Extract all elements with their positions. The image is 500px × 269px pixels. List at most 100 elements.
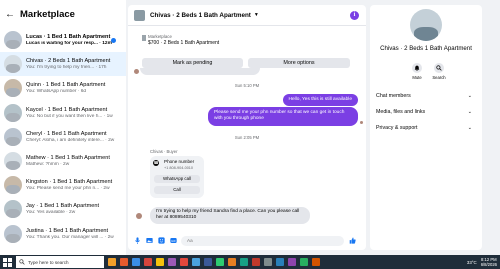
back-arrow-icon[interactable]: ← bbox=[4, 9, 16, 20]
listing-banner: Marketplace $700 · 2 Beds 1 Bath Apartme… bbox=[128, 27, 366, 68]
conversation-text: Chivas · 2 Beds 1 Bath Apartment You: I'm… bbox=[26, 58, 124, 70]
phone-number-title: Phone number bbox=[164, 159, 195, 164]
avatar bbox=[4, 55, 22, 74]
app-icon[interactable] bbox=[156, 258, 164, 266]
conversation-text: Kaycel · 1 Bed 1 Bath Apartment You: No b… bbox=[26, 107, 124, 119]
conversation-name: Kingston · 1 Bed 1 Bath Apartment bbox=[26, 179, 113, 186]
app-icon[interactable] bbox=[312, 258, 320, 266]
thumbs-up-icon[interactable] bbox=[348, 236, 357, 245]
conversation-name: Quinn · 1 Bed 1 Bath Apartment bbox=[26, 82, 106, 89]
profile-name: Chivas · 2 Beds 1 Bath Apartment bbox=[380, 45, 472, 52]
search-icon bbox=[434, 63, 444, 73]
message-bubble-outgoing[interactable]: Hello, Yes this is still available bbox=[282, 94, 358, 107]
app-icon[interactable] bbox=[192, 258, 200, 266]
timestamp: Sun 2:05 PM bbox=[234, 135, 260, 140]
app-icon[interactable] bbox=[180, 258, 188, 266]
conversation-item[interactable]: Mathew · 1 Bed 1 Bath Apartment Mathew: ?… bbox=[0, 149, 126, 173]
conversation-name: Cheryl · 1 Bed 1 Bath Apartment bbox=[26, 130, 107, 137]
chat-title[interactable]: Chivas · 2 Beds 1 Bath Apartment bbox=[150, 12, 251, 19]
gif-icon[interactable]: GIF bbox=[169, 236, 178, 245]
sidebar-title: Marketplace bbox=[20, 8, 75, 20]
svg-text:GIF: GIF bbox=[171, 239, 176, 243]
app-icon[interactable] bbox=[132, 258, 140, 266]
app-icon[interactable] bbox=[252, 258, 260, 266]
app-icon[interactable] bbox=[216, 258, 224, 266]
app-icon[interactable] bbox=[300, 258, 308, 266]
conversation-item[interactable]: Lucas · 1 Bed 1 Bath Apartment Lucas is w… bbox=[0, 28, 126, 52]
unread-dot bbox=[111, 38, 116, 43]
section-label: Media, files and links bbox=[376, 109, 426, 115]
app-icon[interactable] bbox=[120, 258, 128, 266]
chevron-down-icon: ⌄ bbox=[467, 125, 472, 131]
conversation-preview: Mathew: ?hmm · 2w bbox=[26, 162, 70, 168]
conversation-item[interactable]: Jay · 1 Bed 1 Bath Apartment You: Yes ava… bbox=[0, 197, 126, 221]
listing-thumbnail[interactable] bbox=[142, 35, 146, 41]
conversation-item[interactable]: Kingston · 1 Bed 1 Bath Apartment You: Pl… bbox=[0, 173, 126, 197]
app-icon[interactable] bbox=[240, 258, 248, 266]
conversation-item[interactable]: Quinn · 1 Bed 1 Bath Apartment You: Whats… bbox=[0, 76, 126, 100]
message-bubble-incoming[interactable]: I'm trying to help my friend Sandra find… bbox=[150, 207, 310, 224]
whatsapp-call-button[interactable]: WhatsApp call bbox=[154, 175, 200, 183]
taskbar-clock[interactable]: 8:12 PM 6/8/2026 bbox=[481, 257, 497, 267]
conversation-item[interactable]: Chivas · 2 Beds 1 Bath Apartment You: I'm… bbox=[0, 52, 126, 77]
mute-label: Mute bbox=[412, 75, 422, 80]
info-icon[interactable]: i bbox=[350, 11, 359, 20]
message-bubble-outgoing[interactable]: Please send me your phn number so that w… bbox=[208, 107, 358, 126]
taskbar-search-placeholder: Type here to search bbox=[28, 259, 69, 265]
microphone-icon[interactable] bbox=[133, 236, 142, 245]
conversation-text: Justina · 1 Bed 1 Bath Apartment You: Tha… bbox=[26, 228, 124, 240]
scrollbar-track[interactable] bbox=[484, 0, 500, 255]
avatar bbox=[4, 31, 22, 50]
conversation-text: Mathew · 1 Bed 1 Bath Apartment Mathew: ?… bbox=[26, 155, 124, 167]
app-icon[interactable] bbox=[264, 258, 272, 266]
conversation-item[interactable]: Kaycel · 1 Bed 1 Bath Apartment You: No b… bbox=[0, 101, 126, 125]
sender-avatar bbox=[136, 213, 142, 219]
app-icon[interactable] bbox=[228, 258, 236, 266]
avatar bbox=[4, 176, 22, 195]
sender-avatar bbox=[134, 69, 139, 74]
conversation-text: Lucas · 1 Bed 1 Bath Apartment Lucas is w… bbox=[26, 34, 124, 46]
taskbar-app-icons bbox=[108, 258, 324, 266]
app-icon[interactable] bbox=[204, 258, 212, 266]
app-icon[interactable] bbox=[276, 258, 284, 266]
call-button[interactable]: Call bbox=[154, 186, 200, 194]
conversation-preview: You: Thank you. Our manager will ... · 2… bbox=[26, 234, 114, 240]
mute-button[interactable]: Mute bbox=[408, 63, 426, 80]
message-composer: GIF bbox=[128, 231, 366, 250]
app-icon[interactable] bbox=[144, 258, 152, 266]
chat-pane: Chivas · 2 Beds 1 Bath Apartment ▼ i Mar… bbox=[128, 5, 366, 250]
phone-number-card: ☎ Phone number +1 808-904-0010 WhatsApp … bbox=[150, 156, 204, 198]
conversation-name: Chivas · 2 Beds 1 Bath Apartment bbox=[26, 58, 111, 65]
listing-price[interactable]: $700 · 2 Beds 1 Bath Apartment bbox=[148, 40, 219, 46]
conversation-preview: You: WhatsApp number · 6d bbox=[26, 89, 87, 95]
chevron-down-icon[interactable]: ▼ bbox=[254, 12, 259, 18]
message-input[interactable] bbox=[181, 235, 344, 246]
app-icon[interactable] bbox=[108, 258, 116, 266]
app-icon[interactable] bbox=[288, 258, 296, 266]
conversation-name: Jay · 1 Bed 1 Bath Apartment bbox=[26, 203, 100, 210]
listing-avatar[interactable] bbox=[134, 9, 145, 21]
conversation-preview: Lucas is waiting for your resp... · 12m bbox=[26, 41, 112, 47]
chevron-down-icon: ⌄ bbox=[467, 93, 472, 99]
profile-avatar[interactable] bbox=[410, 9, 442, 41]
app-icon[interactable] bbox=[168, 258, 176, 266]
phone-icon: ☎ bbox=[153, 160, 159, 166]
bell-icon bbox=[412, 63, 422, 73]
sticker-icon[interactable] bbox=[157, 236, 166, 245]
conversation-preview: You: No but if you want then live h... ·… bbox=[26, 113, 113, 119]
conversation-name: Lucas · 1 Bed 1 Bath Apartment bbox=[26, 34, 111, 41]
media-files-links-section[interactable]: Media, files and links ⌄ bbox=[376, 109, 476, 115]
conversation-preview: Cheryl: Aloha, i am definitely intere...… bbox=[26, 137, 115, 143]
search-in-conversation-button[interactable]: Search bbox=[430, 63, 448, 80]
taskbar-search-box[interactable]: Type here to search bbox=[16, 256, 104, 268]
windows-start-icon[interactable] bbox=[3, 257, 12, 267]
section-label: Chat members bbox=[376, 93, 411, 99]
image-icon[interactable] bbox=[145, 236, 154, 245]
weather-indicator[interactable]: 33°C bbox=[467, 260, 477, 265]
messenger-app: ← Marketplace Lucas · 1 Bed 1 Bath Apart… bbox=[0, 0, 500, 255]
avatar bbox=[4, 152, 22, 171]
conversation-item[interactable]: Cheryl · 1 Bed 1 Bath Apartment Cheryl: A… bbox=[0, 125, 126, 149]
chat-members-section[interactable]: Chat members ⌄ bbox=[376, 93, 476, 99]
conversation-item[interactable]: Justina · 1 Bed 1 Bath Apartment You: Tha… bbox=[0, 222, 126, 246]
privacy-support-section[interactable]: Privacy & support ⌄ bbox=[376, 125, 476, 131]
